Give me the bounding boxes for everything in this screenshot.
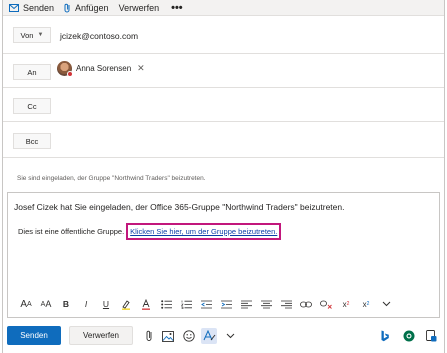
bcc-label: Bcc (25, 136, 39, 146)
send-button[interactable]: Senden (7, 326, 61, 345)
from-row: Von ▼ jcizek@contoso.com (3, 17, 444, 54)
remove-link-icon[interactable] (316, 297, 336, 311)
more-icon: ••• (171, 1, 183, 14)
subject-line[interactable]: Sie sind eingeladen, der Gruppe "Northwi… (17, 175, 206, 182)
italic-icon[interactable]: I (76, 297, 96, 311)
starbucks-icon[interactable] (401, 328, 417, 344)
send-toolbar-button[interactable]: Senden (9, 3, 54, 13)
bing-icon[interactable] (377, 328, 393, 344)
align-left-icon[interactable] (236, 297, 256, 311)
subscript-icon[interactable]: x2 (356, 297, 376, 311)
bcc-row[interactable]: Bcc (3, 123, 444, 158)
join-link-highlight: Klicken Sie hier, um der Gruppe beizutre… (126, 223, 282, 240)
avatar (57, 61, 73, 77)
body-paragraph-2: Dies ist eine öffentliche Gruppe. Klicke… (18, 223, 282, 240)
formatting-options-icon[interactable] (201, 328, 217, 344)
highlight-icon[interactable] (116, 297, 136, 311)
font-size-icon[interactable]: AA (16, 297, 36, 311)
attach-icon[interactable] (141, 328, 157, 344)
insert-picture-icon[interactable] (160, 328, 176, 344)
paperclip-icon (64, 3, 70, 12)
align-center-icon[interactable] (256, 297, 276, 311)
recipient-chip[interactable]: Anna Sorensen ✕ (57, 60, 149, 77)
send-toolbar-label: Senden (23, 2, 55, 13)
to-label: An (27, 67, 37, 77)
message-body[interactable]: Josef Cizek hat Sie eingeladen, der Offi… (7, 192, 440, 318)
discard-toolbar-label: Verwerfen (118, 2, 160, 13)
compose-window: Senden Anfügen Verwerfen ••• Von ▼ jcize… (2, 0, 445, 353)
from-label: Von (20, 30, 34, 40)
underline-icon[interactable]: U (96, 297, 116, 311)
font-color-icon[interactable] (136, 297, 156, 311)
presence-busy-icon (67, 71, 73, 77)
emoji-icon[interactable] (181, 328, 197, 344)
align-right-icon[interactable] (276, 297, 296, 311)
to-row: An Anna Sorensen ✕ (3, 55, 444, 88)
more-options-button[interactable]: ••• (171, 2, 183, 14)
from-dropdown[interactable]: Von ▼ (13, 27, 51, 43)
decrease-indent-icon[interactable] (196, 297, 216, 311)
body-paragraph-1: Josef Cizek hat Sie eingeladen, der Offi… (14, 202, 345, 212)
formatting-toolbar: AA AA B I U x 2 x 2 (16, 297, 396, 311)
add-in-icon[interactable] (423, 328, 439, 344)
numbering-icon[interactable] (176, 297, 196, 311)
attach-toolbar-button[interactable]: Anfügen (64, 3, 109, 13)
join-group-link[interactable]: Klicken Sie hier, um der Gruppe beizutre… (130, 227, 277, 236)
remove-recipient-icon[interactable]: ✕ (137, 63, 145, 74)
cc-row[interactable]: Cc (3, 89, 444, 122)
attach-toolbar-label: Anfügen (75, 2, 109, 13)
more-chevron-icon[interactable] (376, 297, 396, 311)
send-icon (9, 3, 19, 12)
increase-indent-icon[interactable] (216, 297, 236, 311)
bullets-icon[interactable] (156, 297, 176, 311)
to-button[interactable]: An (13, 64, 51, 80)
discard-button[interactable]: Verwerfen (69, 326, 133, 345)
cc-button[interactable]: Cc (13, 98, 51, 114)
cc-label: Cc (27, 101, 37, 111)
font-size-small-icon[interactable]: AA (36, 297, 56, 311)
from-email: jcizek@contoso.com (60, 31, 139, 41)
top-toolbar: Senden Anfügen Verwerfen ••• (3, 0, 444, 16)
bold-icon[interactable]: B (56, 297, 76, 311)
recipient-name: Anna Sorensen (76, 64, 132, 73)
chevron-down-icon: ▼ (37, 32, 44, 38)
bcc-button[interactable]: Bcc (13, 133, 51, 149)
link-icon[interactable] (296, 297, 316, 311)
more-options-chevron-icon[interactable] (222, 328, 238, 344)
body-paragraph-2-text: Dies ist eine öffentliche Gruppe. (18, 227, 125, 236)
discard-toolbar-button[interactable]: Verwerfen (119, 3, 160, 13)
bottom-action-bar: Senden Verwerfen (3, 322, 444, 352)
superscript-icon[interactable]: x2 (336, 297, 356, 311)
